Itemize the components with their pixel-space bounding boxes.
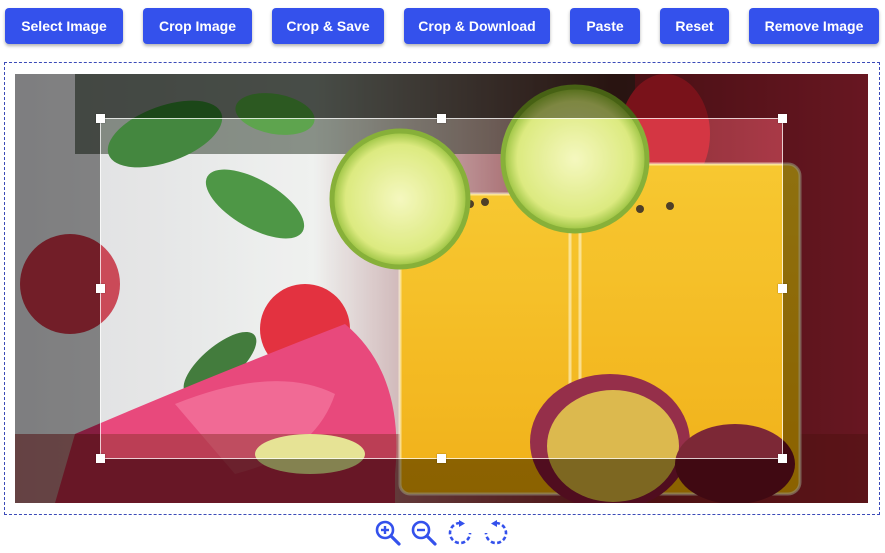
toolbar: Select Image Crop Image Crop & Save Crop… [0,0,885,50]
crop-handle-top-right[interactable] [778,114,787,123]
crop-handle-bottom-right[interactable] [778,454,787,463]
crop-handle-top[interactable] [437,114,446,123]
zoom-out-button[interactable] [408,517,440,549]
zoom-in-icon [375,520,401,546]
zoom-in-button[interactable] [372,517,404,549]
rotate-right-icon [448,520,472,545]
crop-overlay-top [15,74,868,118]
crop-handle-left[interactable] [96,284,105,293]
cropper-canvas[interactable] [15,74,868,503]
crop-handle-bottom-left[interactable] [96,454,105,463]
select-image-button[interactable]: Select Image [5,8,123,44]
crop-download-button[interactable]: Crop & Download [404,8,550,44]
rotate-right-button[interactable] [444,517,476,549]
rotate-left-button[interactable] [480,517,512,549]
crop-handle-top-left[interactable] [96,114,105,123]
rotate-left-icon [484,520,508,545]
crop-overlay-left [15,118,100,459]
zoom-out-icon [411,520,437,546]
crop-overlay-right [783,118,868,459]
crop-image-button[interactable]: Crop Image [143,8,252,44]
image-controls [372,517,514,549]
remove-image-button[interactable]: Remove Image [749,8,879,44]
crop-overlay-bottom [15,459,868,503]
reset-button[interactable]: Reset [660,8,729,44]
crop-box[interactable] [96,114,787,463]
crop-handle-right[interactable] [778,284,787,293]
paste-button[interactable]: Paste [570,8,640,44]
crop-handle-bottom[interactable] [437,454,446,463]
crop-save-button[interactable]: Crop & Save [272,8,384,44]
